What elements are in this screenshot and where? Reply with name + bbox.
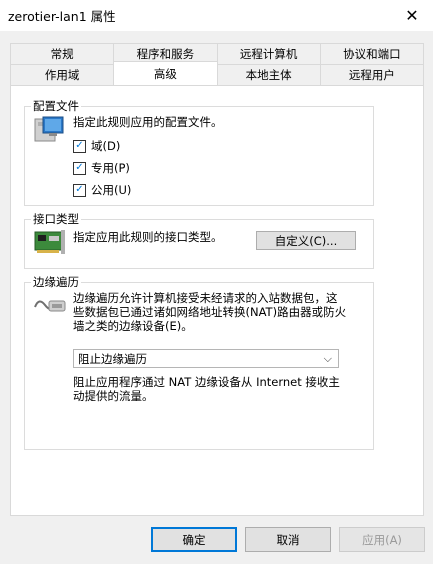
interface-description: 指定应用此规则的接口类型。 — [73, 230, 223, 244]
profiles-group: 配置文件 指定此规则应用的配置文件。 ✓ 域(D) ✓ 专用(P) ✓ 公用(U… — [24, 98, 374, 206]
tab-remote-computers[interactable]: 远程计算机 — [217, 43, 321, 64]
network-card-icon — [34, 230, 65, 254]
private-check-icon: ✓ — [73, 161, 86, 175]
interface-group: 接口类型 指定应用此规则的接口类型。 自定义(C)... — [24, 211, 374, 269]
title-bar: zerotier-lan1 属性 ✕ — [0, 0, 433, 31]
edge-hint-line2: 动提供的流量。 — [73, 389, 154, 403]
edge-description-line3: 墙之类的边缘设备(E)。 — [73, 319, 193, 333]
interface-group-title: 接口类型 — [31, 211, 81, 227]
domain-checkbox[interactable]: ✓ 域(D) — [73, 138, 120, 154]
window-title: zerotier-lan1 属性 — [8, 9, 116, 24]
tab-general[interactable]: 常规 — [10, 43, 115, 64]
computer-icon — [34, 116, 64, 142]
edge-hint-line1: 阻止应用程序通过 NAT 边缘设备从 Internet 接收主 — [73, 375, 340, 389]
chevron-down-icon: ⌵ — [323, 352, 332, 365]
tab-scope[interactable]: 作用域 — [10, 64, 115, 85]
tab-remote-users[interactable]: 远程用户 — [320, 64, 424, 85]
tab-protocols-ports[interactable]: 协议和端口 — [320, 43, 424, 64]
tab-local-principals[interactable]: 本地主体 — [217, 64, 321, 85]
public-label: 公用(U) — [91, 183, 132, 197]
customize-button[interactable]: 自定义(C)... — [256, 231, 356, 250]
apply-button[interactable]: 应用(A) — [339, 527, 425, 552]
edge-description-line2: 些数据包已通过诸如网络地址转换(NAT)路由器或防火 — [73, 305, 347, 319]
cancel-button[interactable]: 取消 — [245, 527, 331, 552]
advanced-panel: 配置文件 指定此规则应用的配置文件。 ✓ 域(D) ✓ 专用(P) ✓ 公用(U… — [10, 85, 424, 516]
edge-traversal-selected: 阻止边缘遍历 — [78, 351, 147, 366]
tab-row-2: 作用域 高级 本地主体 远程用户 — [10, 61, 424, 85]
domain-check-icon: ✓ — [73, 139, 86, 153]
private-label: 专用(P) — [91, 161, 130, 175]
ok-button[interactable]: 确定 — [151, 527, 237, 552]
public-check-icon: ✓ — [73, 183, 86, 197]
edge-description-line1: 边缘遍历允许计算机接受未经请求的入站数据包，这 — [73, 291, 338, 305]
close-icon[interactable]: ✕ — [391, 0, 433, 31]
tab-advanced[interactable]: 高级 — [114, 61, 218, 85]
edge-traversal-select[interactable]: 阻止边缘遍历 ⌵ — [73, 349, 339, 368]
profiles-group-title: 配置文件 — [31, 98, 81, 114]
domain-label: 域(D) — [91, 139, 121, 153]
private-checkbox[interactable]: ✓ 专用(P) — [73, 160, 130, 176]
public-checkbox[interactable]: ✓ 公用(U) — [73, 182, 131, 198]
profiles-description: 指定此规则应用的配置文件。 — [73, 115, 223, 129]
edge-group-title: 边缘遍历 — [31, 274, 81, 290]
edge-group: 边缘遍历 边缘遍历允许计算机接受未经请求的入站数据包，这 些数据包已通过诸如网络… — [24, 274, 374, 450]
edge-device-icon — [34, 300, 66, 312]
